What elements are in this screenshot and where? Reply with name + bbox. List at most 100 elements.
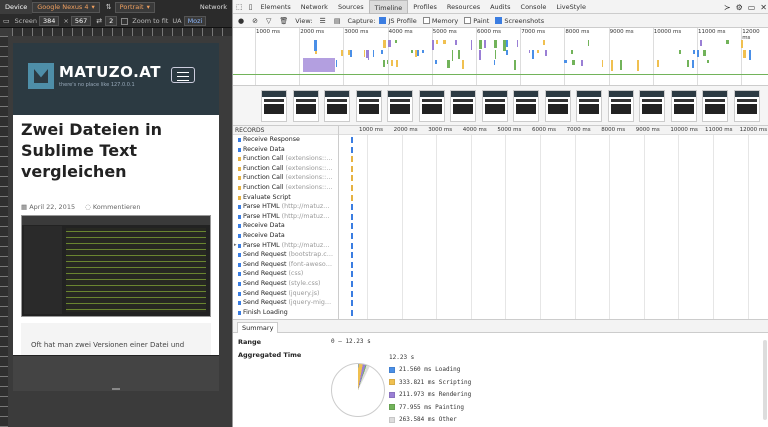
filmstrip-frame[interactable] bbox=[576, 90, 602, 122]
resize-handle[interactable] bbox=[112, 388, 120, 390]
filmstrip-frame[interactable] bbox=[639, 90, 665, 122]
filmstrip-frame[interactable] bbox=[733, 90, 760, 122]
zoom-to-fit-checkbox[interactable] bbox=[121, 17, 129, 25]
timeline-record-bar[interactable] bbox=[351, 290, 353, 297]
tab-sources[interactable]: Sources bbox=[333, 0, 369, 14]
screen-width-input[interactable]: 384 bbox=[38, 16, 60, 26]
record-row[interactable]: Parse HTML (http://matuz… bbox=[233, 202, 338, 212]
timeline-record-bar[interactable] bbox=[351, 281, 353, 287]
record-row[interactable]: Send Request (css) bbox=[233, 269, 338, 279]
filmstrip-frame[interactable] bbox=[481, 90, 508, 122]
timeline-detail[interactable]: 1000 ms 2000 ms 3000 ms 4000 ms 5000 ms 6000 … bbox=[339, 126, 768, 319]
rotate-icon[interactable]: ⇅ bbox=[103, 3, 115, 11]
record-row[interactable]: Send Request (jquery-mig… bbox=[233, 298, 338, 308]
dpr-input[interactable]: 2 bbox=[105, 16, 118, 26]
filmstrip-frame[interactable] bbox=[513, 90, 539, 122]
timeline-record-bar[interactable] bbox=[351, 252, 353, 259]
tab-console[interactable]: Console bbox=[516, 0, 552, 14]
timeline-record-bar[interactable] bbox=[351, 175, 353, 182]
record-row[interactable]: Evaluate Script bbox=[233, 193, 338, 203]
record-row[interactable]: Function Call (extensions::… bbox=[233, 173, 338, 183]
timeline-record-bar[interactable] bbox=[351, 309, 353, 316]
post-comments[interactable]: ◌ Kommentieren bbox=[85, 203, 140, 211]
view-flame-icon[interactable]: ▤ bbox=[331, 17, 344, 25]
post-image[interactable] bbox=[21, 215, 211, 317]
dock-icon[interactable]: ▭ bbox=[748, 3, 756, 12]
orientation-select[interactable]: Portrait ▾ bbox=[114, 1, 155, 13]
filmstrip-frame[interactable] bbox=[292, 90, 319, 122]
filmstrip-frame[interactable] bbox=[607, 90, 634, 122]
record-row[interactable]: Function Call (extensions::… bbox=[233, 183, 338, 193]
post-title[interactable]: Zwei Dateien in Sublime Text vergleichen bbox=[21, 119, 211, 182]
tab-resources[interactable]: Resources bbox=[442, 0, 485, 14]
capture-memory[interactable]: Memory bbox=[422, 17, 458, 25]
record-row[interactable]: Receive Data bbox=[233, 145, 338, 155]
filmstrip-frame[interactable] bbox=[450, 90, 476, 122]
trash-icon[interactable]: 🗑 bbox=[276, 17, 291, 25]
record-row[interactable]: Function Call (extensions::… bbox=[233, 164, 338, 174]
timeline-record-bar[interactable] bbox=[351, 233, 353, 239]
expand-icon[interactable]: ▸ bbox=[234, 241, 237, 251]
timeline-record-bar[interactable] bbox=[351, 194, 353, 201]
tab-summary[interactable]: Summary bbox=[237, 322, 279, 333]
timeline-record-bar[interactable] bbox=[351, 146, 353, 153]
filmstrip-frame[interactable] bbox=[261, 90, 287, 122]
record-icon[interactable]: ● bbox=[235, 17, 247, 25]
screenshot-filmstrip[interactable] bbox=[233, 86, 768, 126]
tab-timeline[interactable]: Timeline bbox=[368, 0, 409, 14]
filmstrip-frame[interactable] bbox=[355, 90, 382, 122]
filmstrip-frame[interactable] bbox=[324, 90, 350, 122]
site-title[interactable]: MATUZO.AT bbox=[59, 63, 161, 81]
timeline-record-bar[interactable] bbox=[351, 242, 353, 249]
record-row[interactable]: ▸ Parse HTML (http://matuz… bbox=[233, 241, 338, 251]
tab-profiles[interactable]: Profiles bbox=[408, 0, 442, 14]
screenshots-checkbox[interactable] bbox=[495, 17, 503, 24]
capture-screenshots[interactable]: Screenshots bbox=[495, 17, 544, 25]
device-mode-icon[interactable]: ▯ bbox=[246, 3, 256, 11]
timeline-record-bar[interactable] bbox=[351, 223, 353, 230]
paint-checkbox[interactable] bbox=[464, 17, 472, 24]
record-row[interactable]: Finish Loading bbox=[233, 308, 338, 318]
capture-js-profile[interactable]: JS Profile bbox=[379, 17, 417, 25]
record-row[interactable]: Send Request (font-aweso… bbox=[233, 260, 338, 270]
tab-device[interactable]: Device bbox=[0, 0, 33, 14]
timeline-record-bar[interactable] bbox=[351, 156, 353, 163]
timeline-record-bar[interactable] bbox=[351, 300, 353, 307]
emulated-device-screen[interactable]: MATUZO.AT there's no place like 127.0.0.… bbox=[13, 43, 219, 355]
tab-network[interactable]: Network bbox=[296, 0, 333, 14]
ua-input[interactable]: Mozi bbox=[183, 16, 207, 26]
post-date[interactable]: ▦ April 22, 2015 bbox=[21, 203, 75, 211]
clear-icon[interactable]: ⊘ bbox=[249, 17, 261, 25]
timeline-overview[interactable]: 1000 ms 2000 ms 3000 ms 4000 ms 5000 ms 6000 … bbox=[233, 28, 768, 86]
timeline-record-bar[interactable] bbox=[351, 185, 353, 191]
memory-checkbox[interactable] bbox=[422, 17, 430, 24]
hamburger-menu-button[interactable] bbox=[171, 67, 195, 83]
record-row[interactable]: Send Request (bootstrap.c… bbox=[233, 250, 338, 260]
capture-paint[interactable]: Paint bbox=[464, 17, 489, 25]
screen-height-input[interactable]: 567 bbox=[70, 16, 92, 26]
record-row[interactable]: Receive Data bbox=[233, 221, 338, 231]
record-row[interactable]: Function Call (extensions::… bbox=[233, 154, 338, 164]
filmstrip-frame[interactable] bbox=[544, 90, 571, 122]
console-drawer-icon[interactable]: ≻ bbox=[724, 3, 731, 12]
timeline-record-bar[interactable] bbox=[351, 137, 353, 143]
filmstrip-frame[interactable] bbox=[670, 90, 697, 122]
record-row[interactable]: Parse HTML (http://matuz… bbox=[233, 212, 338, 222]
summary-scrollbar[interactable] bbox=[763, 340, 767, 420]
filter-icon[interactable]: ▽ bbox=[263, 17, 274, 25]
timeline-record-bar[interactable] bbox=[351, 261, 353, 268]
device-model-select[interactable]: Google Nexus 4 ▾ bbox=[32, 1, 100, 13]
filmstrip-frame[interactable] bbox=[702, 90, 728, 122]
close-icon[interactable]: ✕ bbox=[760, 3, 767, 12]
record-row[interactable]: Receive Data bbox=[233, 231, 338, 241]
timeline-record-bar[interactable] bbox=[351, 213, 353, 220]
timeline-record-bar[interactable] bbox=[351, 271, 353, 278]
record-row[interactable]: Send Request (jquery.js) bbox=[233, 289, 338, 299]
swap-icon[interactable]: ⇄ bbox=[93, 17, 105, 25]
view-bars-icon[interactable]: ☰ bbox=[317, 17, 329, 25]
filmstrip-frame[interactable] bbox=[387, 90, 413, 122]
js-profile-checkbox[interactable] bbox=[379, 17, 387, 24]
filmstrip-frame[interactable] bbox=[418, 90, 445, 122]
inspect-icon[interactable]: ⬚ bbox=[233, 3, 246, 11]
tab-network[interactable]: Network bbox=[195, 0, 232, 14]
